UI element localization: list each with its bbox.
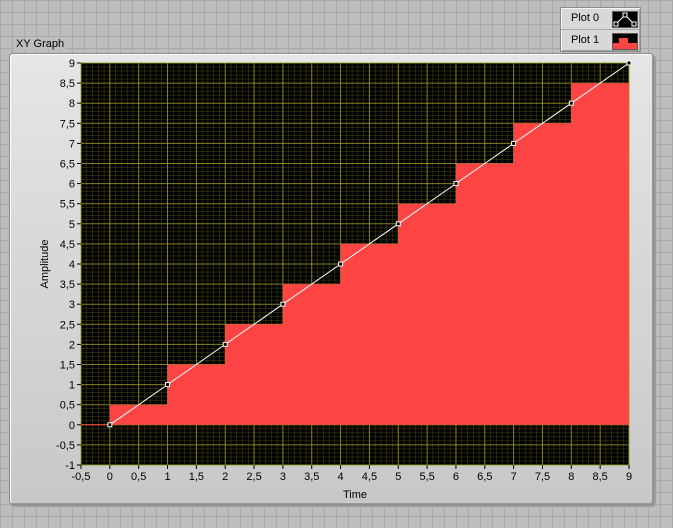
plot-0-point bbox=[107, 422, 113, 428]
y-tick-label: -0,5 bbox=[56, 440, 75, 452]
x-tick-label: 4 bbox=[338, 471, 344, 483]
x-tick-label: 6,5 bbox=[477, 471, 492, 483]
y-tick-label: -1 bbox=[65, 460, 75, 472]
y-tick-label: 9 bbox=[69, 58, 75, 70]
y-tick-label: 7 bbox=[69, 138, 75, 150]
plot-0-point bbox=[568, 100, 574, 106]
y-tick-label: 0 bbox=[69, 420, 75, 432]
y-tick-label: 1,5 bbox=[60, 360, 75, 372]
x-tick-label: 5 bbox=[395, 471, 401, 483]
x-tick-label: -0,5 bbox=[72, 471, 91, 483]
x-axis-title: Time bbox=[343, 489, 367, 501]
x-tick-label: 5,5 bbox=[419, 471, 434, 483]
y-axis-ticks: -1 -0,5 0 0,5 1 1,5 2 2,5 3 3,5 4 4,5 5 5,5 6 6,5 7 7,5 8 8… bbox=[56, 58, 81, 472]
x-tick-label: 1 bbox=[164, 471, 170, 483]
xy-graph-plot[interactable]: -0,5 0 0,5 1 1,5 2 2,5 3 3,5 4 4,5 5 5,5 6 6,5 7 7,5 8 8,5… bbox=[0, 0, 673, 528]
x-tick-label: 4,5 bbox=[362, 471, 377, 483]
x-tick-label: 9 bbox=[626, 471, 632, 483]
y-tick-label: 8 bbox=[69, 98, 75, 110]
y-tick-label: 4,5 bbox=[60, 239, 75, 251]
y-tick-label: 0,5 bbox=[60, 400, 75, 412]
x-axis-ticks: -0,5 0 0,5 1 1,5 2 2,5 3 3,5 4 4,5 5 5,5 6 6,5 7 7,5 8 8,5… bbox=[72, 465, 632, 483]
x-tick-label: 8 bbox=[568, 471, 574, 483]
plot-0-point bbox=[453, 181, 459, 187]
x-tick-label: 2,5 bbox=[246, 471, 261, 483]
x-tick-label: 7,5 bbox=[535, 471, 550, 483]
x-tick-label: 7 bbox=[511, 471, 517, 483]
plot-0-point bbox=[222, 341, 228, 347]
y-tick-label: 7,5 bbox=[60, 118, 75, 130]
y-tick-label: 6 bbox=[69, 179, 75, 191]
y-tick-label: 5,5 bbox=[60, 199, 75, 211]
x-tick-label: 8,5 bbox=[593, 471, 608, 483]
x-tick-label: 6 bbox=[453, 471, 459, 483]
y-tick-label: 2 bbox=[69, 339, 75, 351]
plot-0-point bbox=[395, 221, 401, 227]
y-tick-label: 3 bbox=[69, 299, 75, 311]
plot-0-point bbox=[165, 382, 171, 388]
plot-0-point bbox=[338, 261, 344, 267]
y-tick-label: 5 bbox=[69, 219, 75, 231]
y-tick-label: 4 bbox=[69, 259, 75, 271]
y-tick-label: 3,5 bbox=[60, 279, 75, 291]
x-tick-label: 1,5 bbox=[189, 471, 204, 483]
plot-0-point bbox=[511, 140, 517, 146]
plot-0-point bbox=[626, 60, 632, 66]
x-tick-label: 3,5 bbox=[304, 471, 319, 483]
x-tick-label: 0,5 bbox=[131, 471, 146, 483]
y-tick-label: 2,5 bbox=[60, 319, 75, 331]
y-axis-title: Amplitude bbox=[39, 240, 51, 289]
x-tick-label: 3 bbox=[280, 471, 286, 483]
y-tick-label: 1 bbox=[69, 380, 75, 392]
x-tick-label: 0 bbox=[107, 471, 113, 483]
plot-0-point bbox=[280, 301, 286, 307]
x-tick-label: 2 bbox=[222, 471, 228, 483]
y-tick-label: 6,5 bbox=[60, 159, 75, 171]
y-tick-label: 8,5 bbox=[60, 78, 75, 90]
